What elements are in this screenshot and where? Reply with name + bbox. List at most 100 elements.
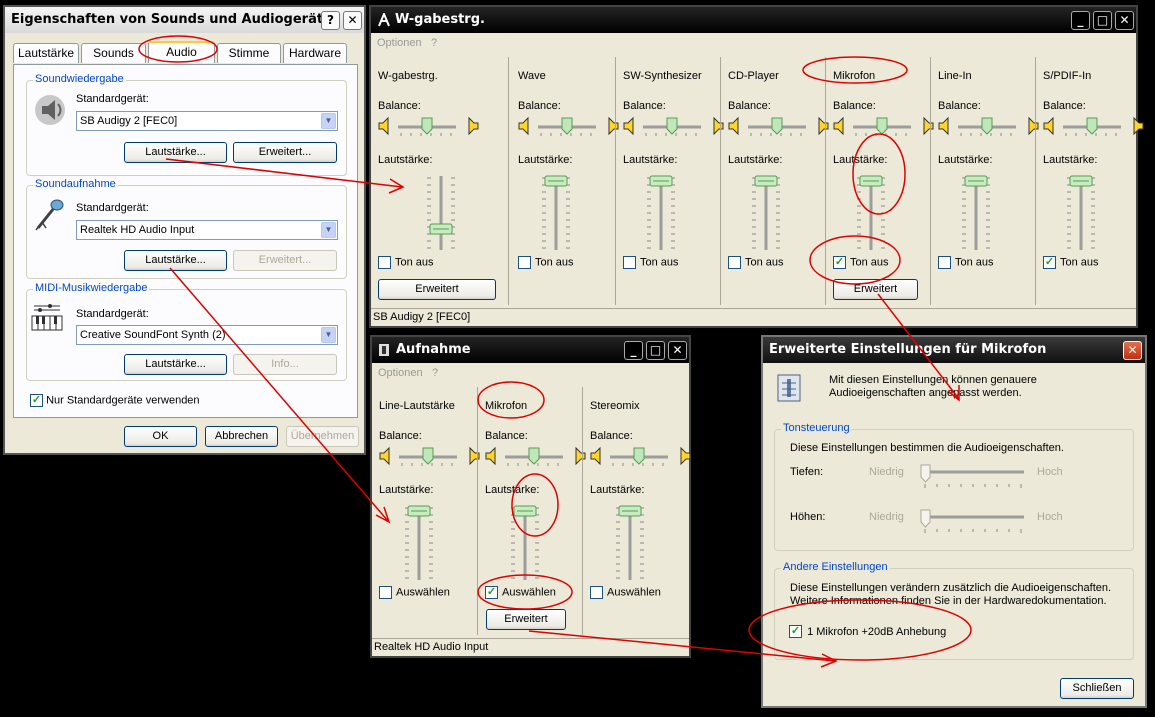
balance-label: Balance:: [833, 100, 876, 112]
channel-name: CD-Player: [728, 70, 779, 82]
balance-thumb[interactable]: [633, 447, 645, 465]
mute-row[interactable]: Ton aus: [938, 256, 994, 269]
balance-slider[interactable]: [517, 115, 622, 139]
balance-thumb[interactable]: [1086, 117, 1098, 135]
speaker-left-icon: [485, 446, 496, 466]
balance-slider[interactable]: [377, 115, 482, 139]
ok-button[interactable]: OK: [124, 426, 197, 447]
volume-slider[interactable]: [641, 174, 681, 252]
mikrofon-advanced-button[interactable]: Erweitert: [486, 609, 566, 630]
mute-checkbox[interactable]: ✓: [833, 256, 846, 269]
recording-volume-button[interactable]: Lautstärke...: [124, 250, 227, 271]
balance-slider[interactable]: [484, 445, 589, 469]
balance-thumb[interactable]: [876, 117, 888, 135]
select-label: Auswählen: [396, 586, 450, 599]
recording-device-value: Realtek HD Audio Input: [80, 224, 195, 236]
volume-slider[interactable]: [956, 174, 996, 252]
close-button[interactable]: ✕: [343, 11, 362, 30]
volume-slider[interactable]: [610, 504, 650, 582]
midi-device-select[interactable]: Creative SoundFont Synth (2) ▼: [76, 325, 338, 345]
balance-slider[interactable]: [1042, 115, 1147, 139]
balance-slider[interactable]: [589, 445, 694, 469]
volume-slider[interactable]: [421, 174, 461, 252]
volume-label: Lautstärke:: [379, 484, 434, 496]
channel-name: Mikrofon: [485, 400, 528, 412]
volume-label: Lautstärke:: [485, 484, 540, 496]
mixer-channel: Line-In Balance: Lautstärke: Ton aus: [931, 57, 1039, 305]
tab-stimme[interactable]: Stimme: [217, 43, 281, 63]
volume-slider[interactable]: [851, 174, 891, 252]
mute-checkbox[interactable]: [938, 256, 951, 269]
balance-slider[interactable]: [937, 115, 1042, 139]
only-default-label: Nur Standardgeräte verwenden: [46, 394, 200, 407]
playback-volume-button[interactable]: Lautstärke...: [124, 142, 227, 163]
volume-slider[interactable]: [505, 504, 545, 582]
close-button[interactable]: ✕: [1123, 341, 1142, 360]
select-checkbox[interactable]: [590, 586, 603, 599]
record-channels: Line-Lautstärke Balance: Lautstärke: Auswäh…: [372, 337, 691, 637]
midi-info-button: Info...: [233, 354, 337, 375]
cancel-button[interactable]: Abbrechen: [205, 426, 278, 447]
channel-name: Mikrofon: [833, 70, 876, 82]
mute-checkbox[interactable]: ✓: [1043, 256, 1056, 269]
tab-lautstaerke[interactable]: Lautstärke: [13, 43, 79, 63]
volume-slider[interactable]: [1061, 174, 1101, 252]
help-button[interactable]: ?: [321, 11, 340, 30]
tab-hardware[interactable]: Hardware: [283, 43, 347, 63]
bass-low-label: Niedrig: [869, 466, 904, 478]
balance-thumb[interactable]: [666, 117, 678, 135]
select-row[interactable]: Auswählen: [379, 586, 450, 599]
mikrofon-advanced-button[interactable]: Erweitert: [833, 279, 918, 300]
tab-audio[interactable]: Audio: [148, 41, 215, 63]
mute-row[interactable]: ✓ Ton aus: [1043, 256, 1099, 269]
speaker-right-icon: [1133, 116, 1144, 136]
balance-label: Balance:: [1043, 100, 1086, 112]
volume-slider[interactable]: [399, 504, 439, 582]
balance-slider[interactable]: [378, 445, 483, 469]
playback-mixer-window: W-gabestrg. _ □ ✕ Optionen ? W-gabestrg.…: [369, 5, 1144, 328]
mute-checkbox[interactable]: [518, 256, 531, 269]
select-checkbox[interactable]: ✓: [485, 586, 498, 599]
advanced-mic-title: Erweiterte Einstellungen für Mikrofon: [769, 342, 1047, 357]
tab-sounds[interactable]: Sounds: [81, 43, 146, 63]
volume-label: Lautstärke:: [378, 154, 433, 166]
close-dialog-button[interactable]: Schließen: [1060, 678, 1134, 699]
bass-slider[interactable]: [920, 464, 1030, 492]
apply-button: Übernehmen: [286, 426, 359, 447]
mic-boost-row[interactable]: ✓ 1 Mikrofon +20dB Anhebung: [789, 625, 946, 638]
balance-slider[interactable]: [622, 115, 727, 139]
mute-checkbox[interactable]: [623, 256, 636, 269]
mic-boost-label: 1 Mikrofon +20dB Anhebung: [807, 625, 947, 638]
balance-slider[interactable]: [727, 115, 832, 139]
midi-volume-button[interactable]: Lautstärke...: [124, 354, 227, 375]
mute-checkbox[interactable]: [728, 256, 741, 269]
select-checkbox[interactable]: [379, 586, 392, 599]
select-row[interactable]: ✓ Auswählen: [485, 586, 556, 599]
only-default-checkbox[interactable]: ✓: [30, 394, 43, 407]
mute-row[interactable]: Ton aus: [378, 256, 434, 269]
balance-thumb[interactable]: [528, 447, 540, 465]
balance-slider[interactable]: [832, 115, 937, 139]
balance-thumb[interactable]: [422, 447, 434, 465]
treble-slider[interactable]: [920, 509, 1030, 537]
balance-thumb[interactable]: [421, 117, 433, 135]
balance-label: Balance:: [623, 100, 666, 112]
mic-boost-checkbox[interactable]: ✓: [789, 625, 802, 638]
mute-row[interactable]: Ton aus: [728, 256, 784, 269]
mute-row[interactable]: Ton aus: [623, 256, 679, 269]
select-row[interactable]: Auswählen: [590, 586, 661, 599]
playback-device-select[interactable]: SB Audigy 2 [FEC0] ▼: [76, 111, 338, 131]
mute-row[interactable]: ✓ Ton aus: [833, 256, 889, 269]
only-default-checkbox-row[interactable]: ✓ Nur Standardgeräte verwenden: [30, 394, 200, 407]
master-advanced-button[interactable]: Erweitert: [378, 279, 496, 300]
volume-slider[interactable]: [746, 174, 786, 252]
mute-row[interactable]: Ton aus: [518, 256, 574, 269]
recording-device-select[interactable]: Realtek HD Audio Input ▼: [76, 220, 338, 240]
balance-thumb[interactable]: [771, 117, 783, 135]
balance-thumb[interactable]: [981, 117, 993, 135]
balance-thumb[interactable]: [561, 117, 573, 135]
mute-checkbox[interactable]: [378, 256, 391, 269]
speaker-left-icon: [518, 116, 529, 136]
playback-advanced-button[interactable]: Erweitert...: [233, 142, 337, 163]
volume-slider[interactable]: [536, 174, 576, 252]
